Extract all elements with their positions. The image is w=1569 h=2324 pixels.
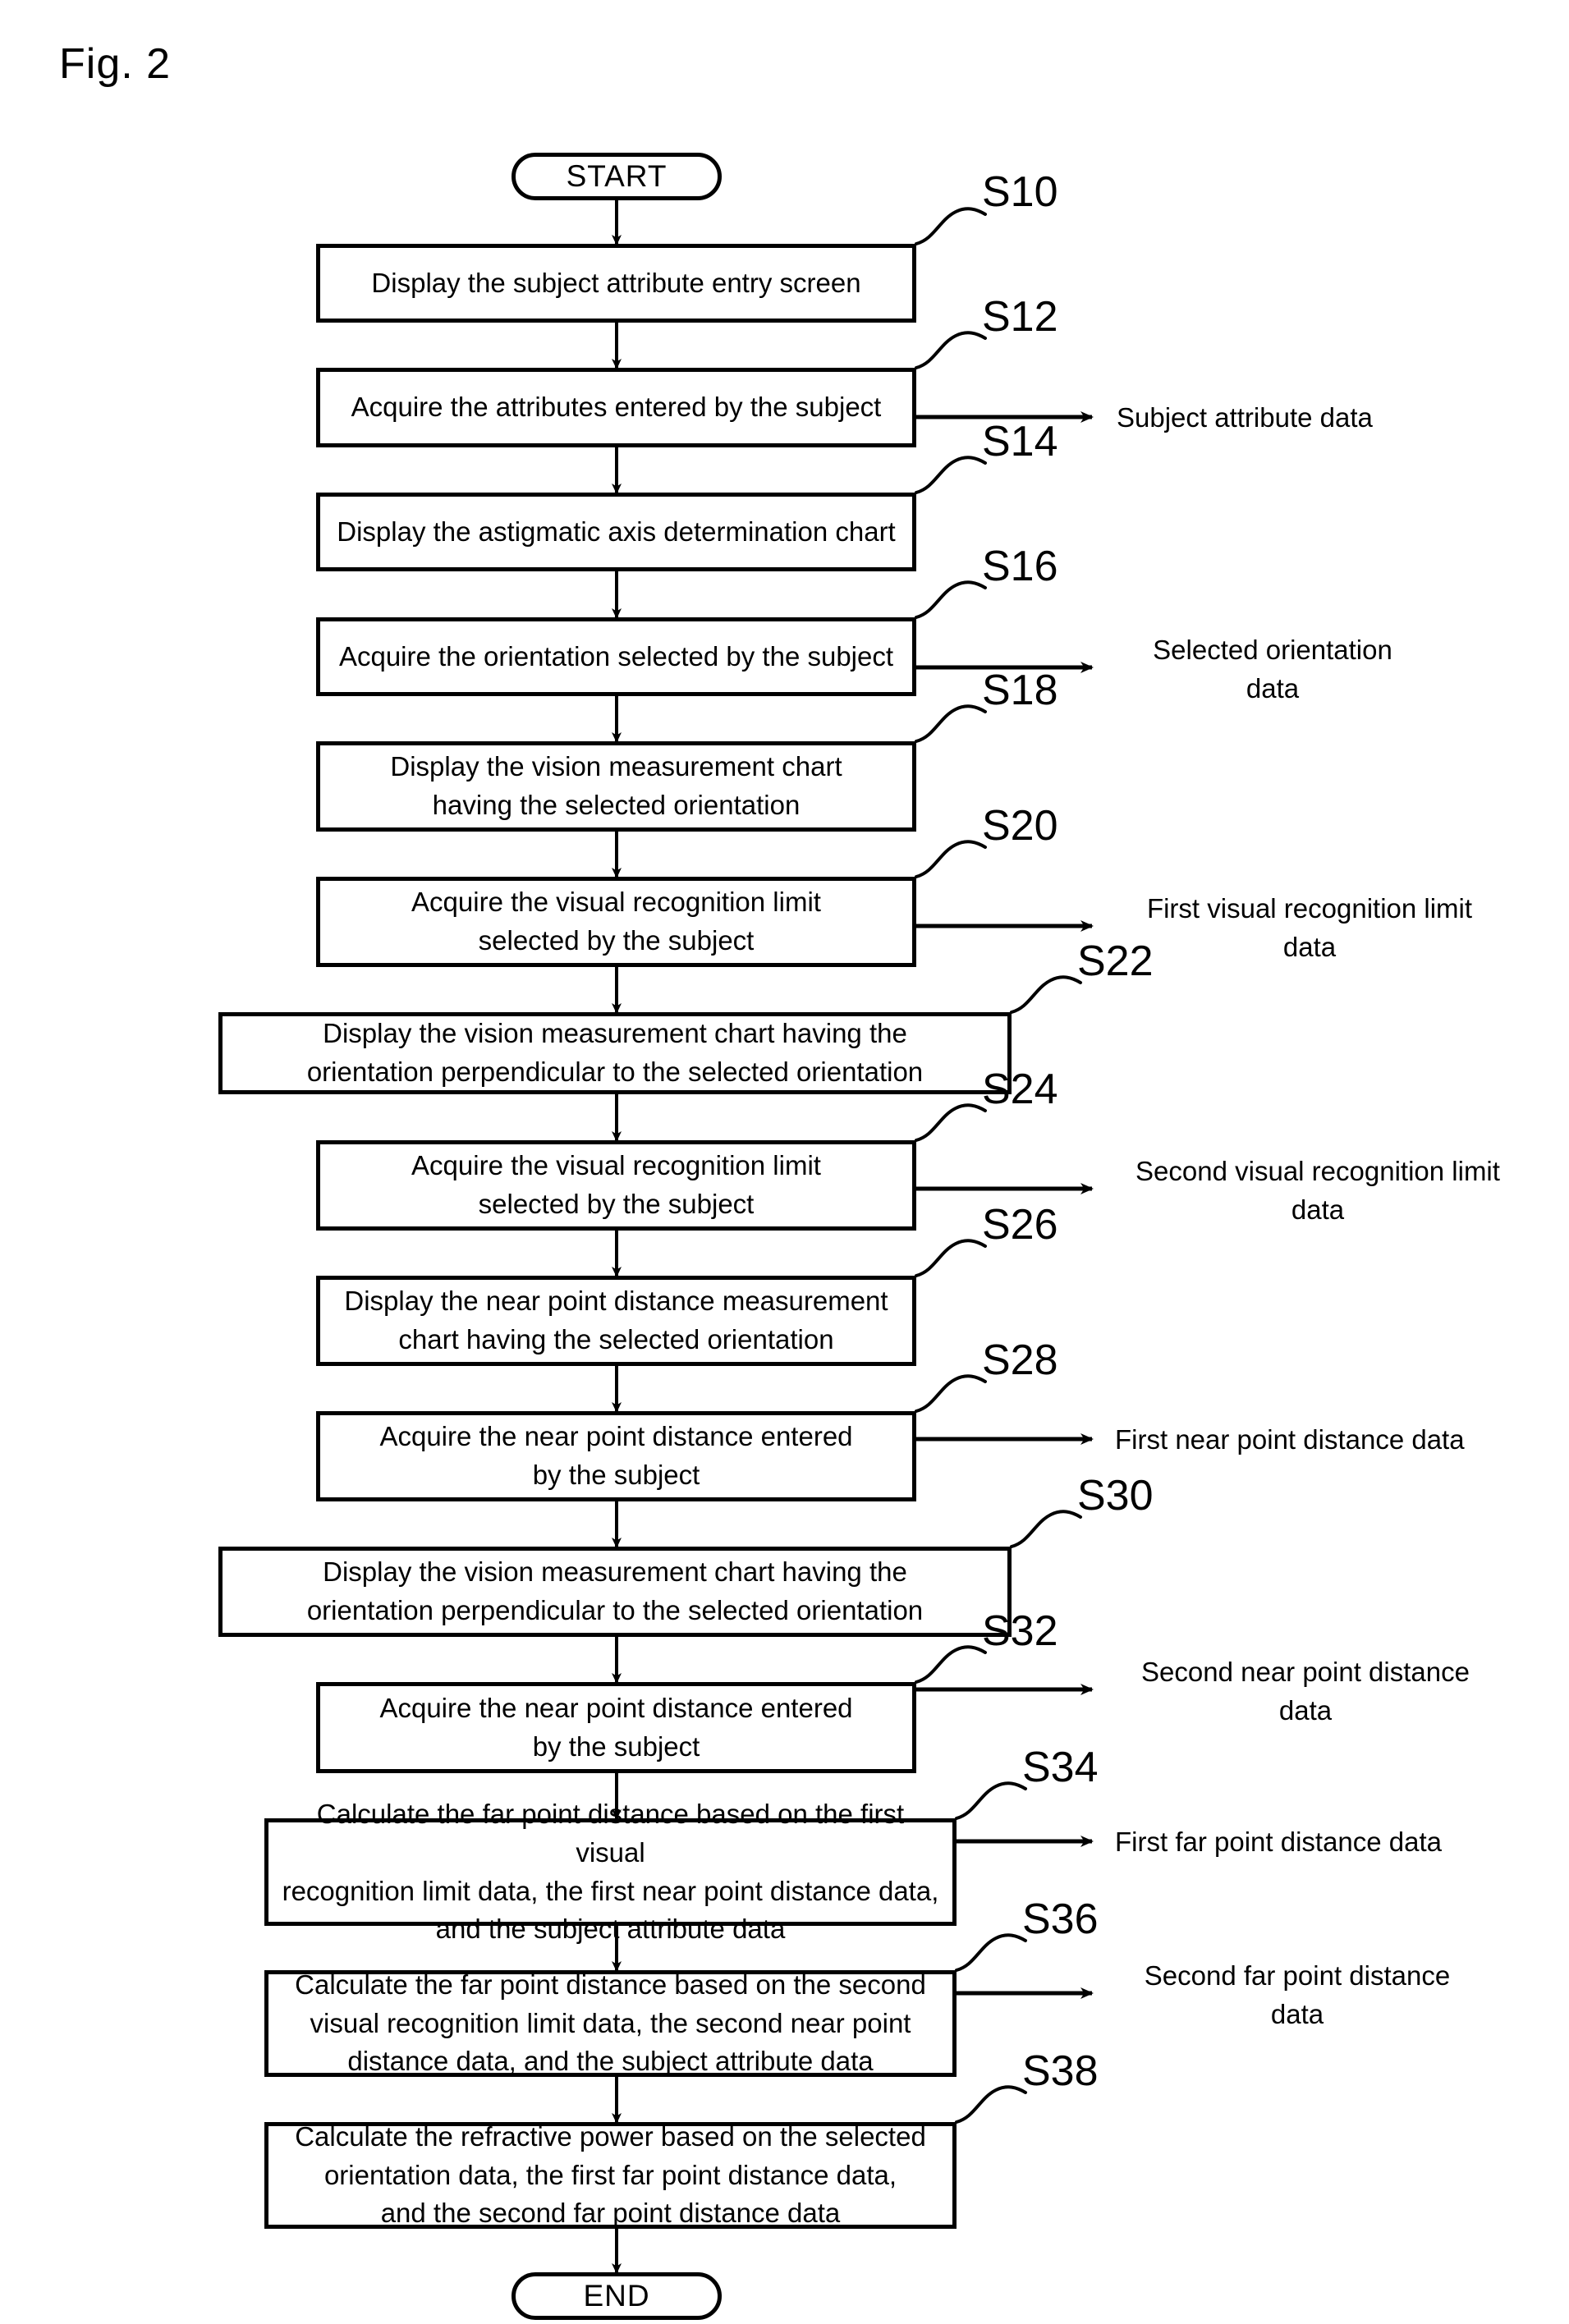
process-text-s18: Display the vision measurement chart havi… — [390, 751, 842, 820]
step-number-s24: S24 — [982, 1066, 1058, 1113]
process-box-s28: Acquire the near point distance entered b… — [316, 1411, 916, 1501]
data-label-selected-orientation: Selected orientation data — [1153, 635, 1392, 704]
process-box-s36: Calculate the far point distance based o… — [264, 1969, 957, 2077]
step-number-s26: S26 — [982, 1201, 1058, 1249]
data-label-second-visual-recognition-limit: Second visual recognition limit data — [1135, 1156, 1500, 1225]
data-label-second-far-point-distance: Second far point distance data — [1144, 1960, 1451, 2029]
step-number-s18: S18 — [982, 667, 1058, 714]
process-box-s26: Display the near point distance measurem… — [316, 1276, 916, 1366]
process-box-s22: Display the vision measurement chart hav… — [218, 1012, 1012, 1094]
process-box-s30: Display the vision measurement chart hav… — [218, 1547, 1012, 1637]
figure-page: Fig. 2 START Display the subject attribu… — [0, 0, 1569, 2324]
data-label-first-visual-recognition-limit: First visual recognition limit data — [1146, 893, 1473, 962]
process-text-s38: Calculate the refractive power based on … — [295, 2120, 926, 2229]
step-number-s30: S30 — [1077, 1472, 1154, 1520]
process-text-s26: Display the near point distance measurem… — [344, 1286, 888, 1355]
process-text-s12: Acquire the attributes entered by the su… — [351, 392, 882, 423]
step-number-s28: S28 — [982, 1336, 1058, 1384]
step-number-s16: S16 — [982, 543, 1058, 590]
step-number-s20: S20 — [982, 802, 1058, 850]
step-number-s36: S36 — [1022, 1895, 1099, 1943]
step-number-s10: S10 — [982, 168, 1058, 216]
process-text-s24: Acquire the visual recognition limit sele… — [411, 1150, 821, 1219]
process-text-s10: Display the subject attribute entry scre… — [371, 267, 861, 298]
process-text-s30: Display the vision measurement chart hav… — [306, 1556, 924, 1625]
process-text-s22: Display the vision measurement chart hav… — [306, 1018, 924, 1087]
process-box-s18: Display the vision measurement chart havi… — [316, 741, 916, 832]
process-text-s14: Display the astigmatic axis determinatio… — [337, 516, 896, 547]
data-label-subject-attribute: Subject attribute data — [1117, 402, 1373, 433]
step-number-s14: S14 — [982, 418, 1058, 465]
process-box-s34: Calculate the far point distance based o… — [264, 1799, 957, 1944]
step-number-s34: S34 — [1022, 1744, 1099, 1791]
process-box-s16: Acquire the orientation selected by the … — [316, 617, 916, 696]
process-box-s14: Display the astigmatic axis determinatio… — [316, 493, 916, 571]
end-terminator: END — [512, 2272, 722, 2320]
process-box-s32: Acquire the near point distance entered b… — [316, 1682, 916, 1773]
process-box-s12: Acquire the attributes entered by the su… — [316, 368, 916, 447]
process-box-s38: Calculate the refractive power based on … — [264, 2121, 957, 2229]
step-number-s32: S32 — [982, 1607, 1058, 1655]
start-terminator: START — [512, 153, 722, 200]
process-text-s32: Acquire the near point distance entered b… — [379, 1692, 853, 1762]
process-text-s20: Acquire the visual recognition limit sele… — [411, 887, 821, 956]
step-number-s38: S38 — [1022, 2047, 1099, 2095]
data-label-first-far-point-distance: First far point distance data — [1115, 1827, 1443, 1857]
process-box-s10: Display the subject attribute entry scre… — [316, 244, 916, 323]
data-label-second-near-point-distance: Second near point distance data — [1141, 1657, 1470, 1726]
step-number-s12: S12 — [982, 293, 1058, 341]
process-text-s16: Acquire the orientation selected by the … — [338, 640, 894, 672]
figure-caption: Fig. 2 — [59, 40, 172, 88]
process-text-s28: Acquire the near point distance entered b… — [379, 1421, 853, 1490]
process-box-s24: Acquire the visual recognition limit sele… — [316, 1140, 916, 1231]
data-label-first-near-point-distance: First near point distance data — [1115, 1424, 1465, 1455]
process-box-s20: Acquire the visual recognition limit sele… — [316, 877, 916, 967]
process-text-s34: Calculate the far point distance based o… — [282, 1798, 939, 1945]
process-text-s36: Calculate the far point distance based o… — [295, 1969, 926, 2077]
